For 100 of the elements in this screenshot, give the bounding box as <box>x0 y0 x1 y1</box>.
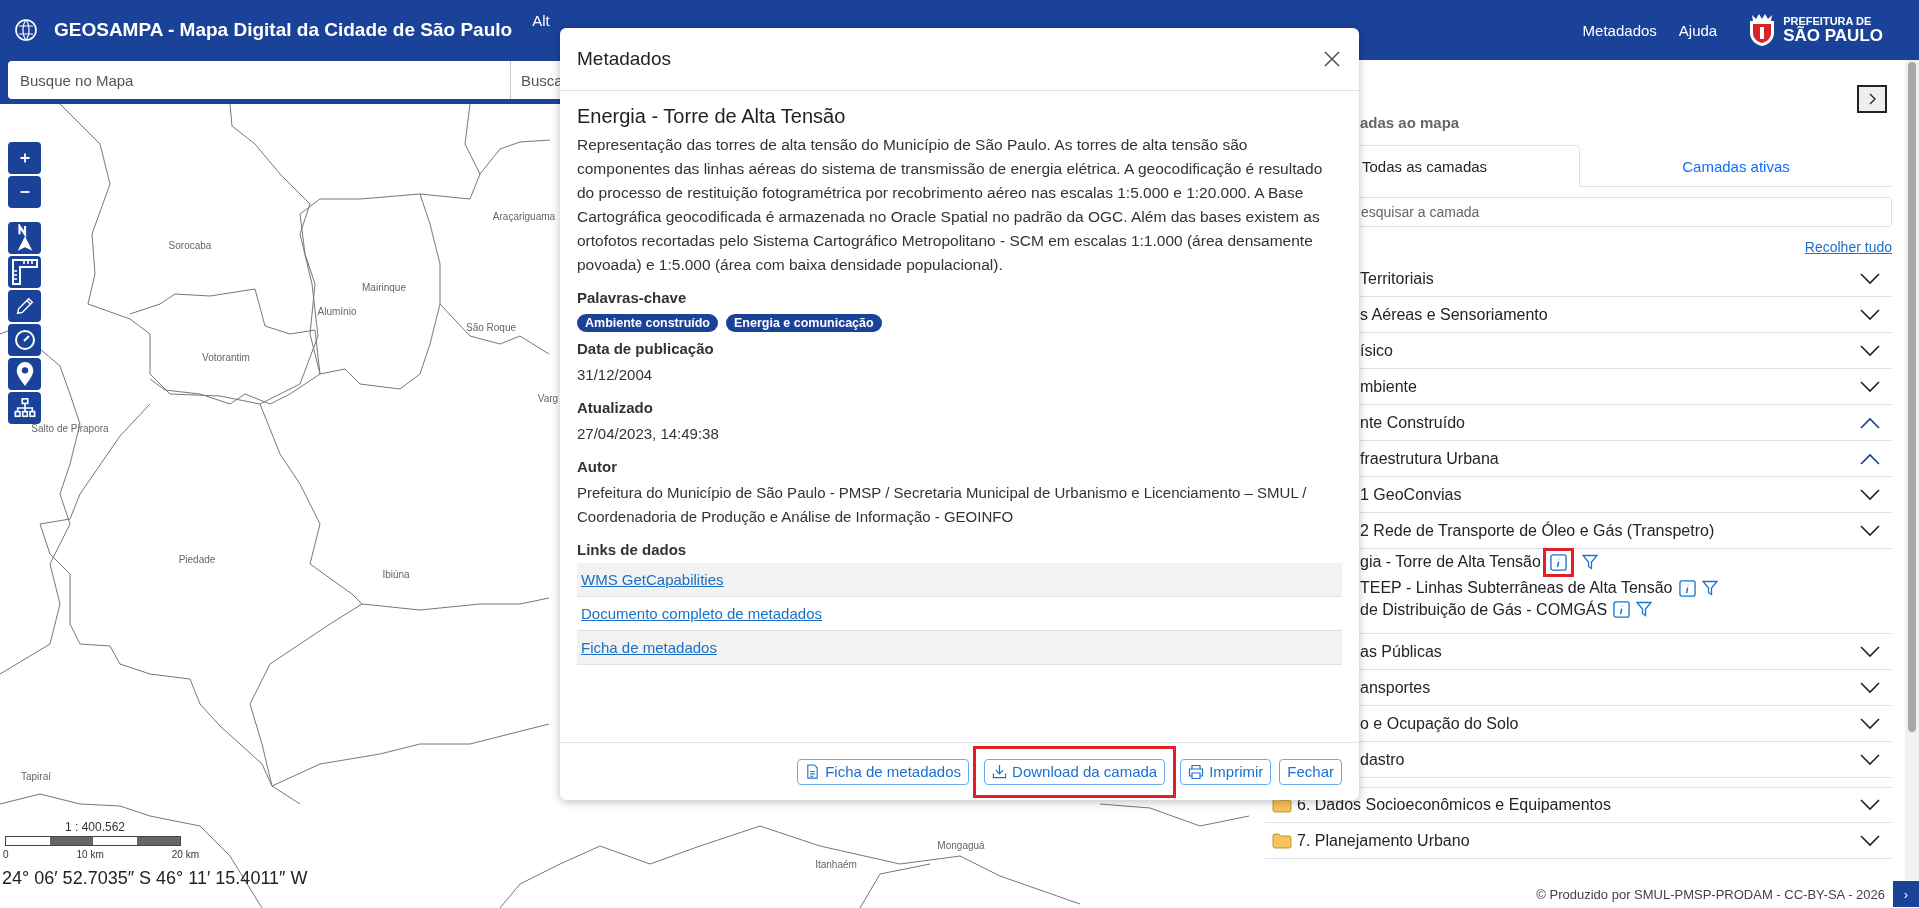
layer-group-label[interactable]: ísico <box>1360 341 1860 360</box>
dialog-button[interactable]: Ficha de metadados <box>797 758 970 785</box>
place-label: Tapiraí <box>21 770 51 782</box>
chevron-down-icon[interactable] <box>1860 645 1880 658</box>
filter-icon[interactable] <box>1636 601 1653 617</box>
chevron-down-icon[interactable] <box>1860 344 1880 357</box>
place-label: Votorantim <box>202 351 250 363</box>
layer-group-label[interactable]: nte Construído <box>1360 413 1860 432</box>
info-icon[interactable] <box>1678 579 1696 597</box>
layer-title: Energia - Torre de Alta Tensão <box>577 105 847 128</box>
section-value: Prefeitura do Município de São Paulo - PMSP / Secretaria Municipal de Urbanismo e Licenciamento – SMUL / Coordenadoria de Produção e Análise de Informação - GEOINFO <box>577 483 1308 527</box>
printer-icon <box>1188 763 1205 780</box>
keyword-tag: Ambiente construído <box>577 314 718 332</box>
place-label: Salto de Pirapora <box>31 422 109 434</box>
data-link[interactable]: Ficha de metadados <box>581 639 717 656</box>
map-pin-icon[interactable] <box>8 358 41 390</box>
layer-group-label[interactable]: s Aéreas e Sensoriamento <box>1360 305 1860 324</box>
chevron-down-icon[interactable] <box>1860 717 1880 730</box>
place-label: Varg <box>537 392 559 404</box>
chevron-down-icon[interactable] <box>1860 308 1880 321</box>
map-search-field[interactable]: Busque no Mapa <box>8 61 510 99</box>
section-heading: Data de publicação <box>577 340 715 357</box>
place-label: Araçariguama <box>492 210 556 222</box>
scale-label: 10 km <box>76 849 104 860</box>
section-value: 27/04/2023, 14:49:38 <box>577 424 720 444</box>
scale-label: 20 km <box>171 849 199 860</box>
data-link[interactable]: WMS GetCapabilities <box>581 571 724 588</box>
place-label: Itanhaém <box>815 858 857 870</box>
place-label: Mongaguá <box>937 839 985 851</box>
layer-group-label[interactable]: ansportes <box>1360 678 1860 697</box>
chevron-down-icon[interactable] <box>1860 488 1880 501</box>
nav-link[interactable]: Metadados <box>1582 21 1657 39</box>
layer-group-label[interactable]: 1 GeoConvias <box>1360 485 1860 504</box>
chevron-down-icon[interactable] <box>1860 753 1880 766</box>
tab[interactable]: Camadas ativas <box>1580 145 1892 187</box>
place-label: São Roque <box>466 321 516 333</box>
place-label: Mairinque <box>362 281 406 293</box>
tab[interactable]: Todas as camadas <box>1360 145 1581 187</box>
hierarchy-icon[interactable] <box>8 392 41 424</box>
layer-label[interactable]: de Distribuição de Gás - COMGÁS <box>1360 601 1608 619</box>
info-icon[interactable] <box>1613 601 1631 618</box>
globe-logo-icon <box>14 18 38 42</box>
chevron-down-icon[interactable] <box>1860 681 1880 694</box>
layer-group-label[interactable]: 7. Planejamento Urbano <box>1297 831 1860 850</box>
layer-group-label[interactable]: 2 Rede de Transporte de Óleo e Gás (Transpetro) <box>1360 521 1860 540</box>
place-label: Alumínio <box>317 305 357 317</box>
description-text: Representação das torres de alta tensão do Município de São Paulo. As torres de alta tensão são componentes das linhas aéreas do sistema de transmissão de energia elétrica. A geocodificação é resultado do processo de restituição fotogramétrica por recobrimento aéreo nas escalas 1:5.000 e 1:20.000. A Base Cartográfica geocodificada é armazenada no Oracle Spatial no padrão da OGC. Além das bases existem as ortofotos recortadas pelo Sistema Cartográfico Metropolitano - SCM em escalas 1:1.000 (área densamente povoada) e 1:5.000 (área com baixa densidade populacional). <box>577 135 1324 275</box>
data-link[interactable]: Documento completo de metadados <box>581 605 822 622</box>
nav-link[interactable]: Ajuda <box>1678 21 1718 39</box>
layer-group-label[interactable]: dastro <box>1360 750 1860 769</box>
layer-group-label[interactable]: as Públicas <box>1360 642 1860 661</box>
nav-link[interactable]: Alt <box>532 12 550 29</box>
gauge-icon[interactable] <box>8 324 41 356</box>
scrollbar[interactable] <box>1905 60 1919 880</box>
filter-icon[interactable] <box>1581 554 1598 570</box>
credit-text: © Produzido por SMUL-PMSP-PRODAM - CC-BY-SA - 2026 <box>1536 886 1885 902</box>
dialog-title: Metadados <box>577 48 671 70</box>
chevron-down-icon[interactable] <box>1860 799 1880 811</box>
dialog-button[interactable]: Fechar <box>1279 758 1342 785</box>
info-icon[interactable] <box>1549 553 1567 571</box>
chevron-down-icon[interactable] <box>1860 272 1880 285</box>
close-icon[interactable] <box>1322 49 1342 69</box>
place-label: Piedade <box>178 553 216 565</box>
zoom-out-icon[interactable] <box>8 176 41 208</box>
collapse-panel-button[interactable] <box>1857 85 1887 113</box>
section-heading: Atualizado <box>577 399 654 416</box>
zoom-in-icon[interactable] <box>8 142 41 174</box>
place-label: Ibiúna <box>382 568 410 580</box>
section-heading: Links de dados <box>577 541 688 558</box>
layer-search-field[interactable]: esquisar a camada <box>1360 197 1892 227</box>
chevron-down-icon[interactable] <box>1860 524 1880 537</box>
document-icon <box>805 764 821 779</box>
layer-group-label[interactable]: Territoriais <box>1360 269 1860 288</box>
dialog-button[interactable]: Imprimir <box>1180 758 1272 785</box>
collapse-all-link[interactable]: Recolher tudo <box>1804 239 1892 255</box>
chevron-down-icon[interactable] <box>1860 834 1880 847</box>
scale-label: 0 <box>3 849 9 860</box>
chevron-up-icon[interactable] <box>1860 416 1880 429</box>
layer-group-label[interactable]: mbiente <box>1360 377 1860 396</box>
coordinates-text: 24° 06′ 52.7035″ S 46° 11′ 15.4011″ W <box>2 868 308 889</box>
pencil-icon[interactable] <box>8 290 41 322</box>
panel-heading: adas ao mapa <box>1359 114 1461 131</box>
dialog-button[interactable]: Download da camada <box>984 758 1166 785</box>
download-icon <box>992 764 1008 779</box>
place-label: Sorocaba <box>168 239 212 251</box>
layer-label[interactable]: gia - Torre de Alta Tensão <box>1360 553 1541 571</box>
chevron-up-icon[interactable] <box>1860 452 1880 465</box>
scale-ratio: 1 : 400.562 <box>63 820 127 834</box>
layer-label[interactable]: TEEP - Linhas Subterrâneas de Alta Tensão <box>1360 579 1673 597</box>
layer-group-label[interactable]: fraestrutura Urbana <box>1360 449 1860 468</box>
chevron-down-icon[interactable] <box>1860 380 1880 393</box>
ruler-icon[interactable] <box>8 256 41 288</box>
layer-group-label[interactable]: o e Ocupação do Solo <box>1360 714 1860 733</box>
section-heading: Palavras-chave <box>577 289 688 306</box>
folder-icon <box>1272 832 1292 849</box>
section-heading: Autor <box>577 458 618 475</box>
app-title: GEOSAMPA - Mapa Digital da Cidade de São Paulo <box>54 19 513 41</box>
filter-icon[interactable] <box>1701 580 1718 596</box>
section-value: 31/12/2004 <box>577 365 654 385</box>
expand-button[interactable]: › <box>1893 881 1919 907</box>
